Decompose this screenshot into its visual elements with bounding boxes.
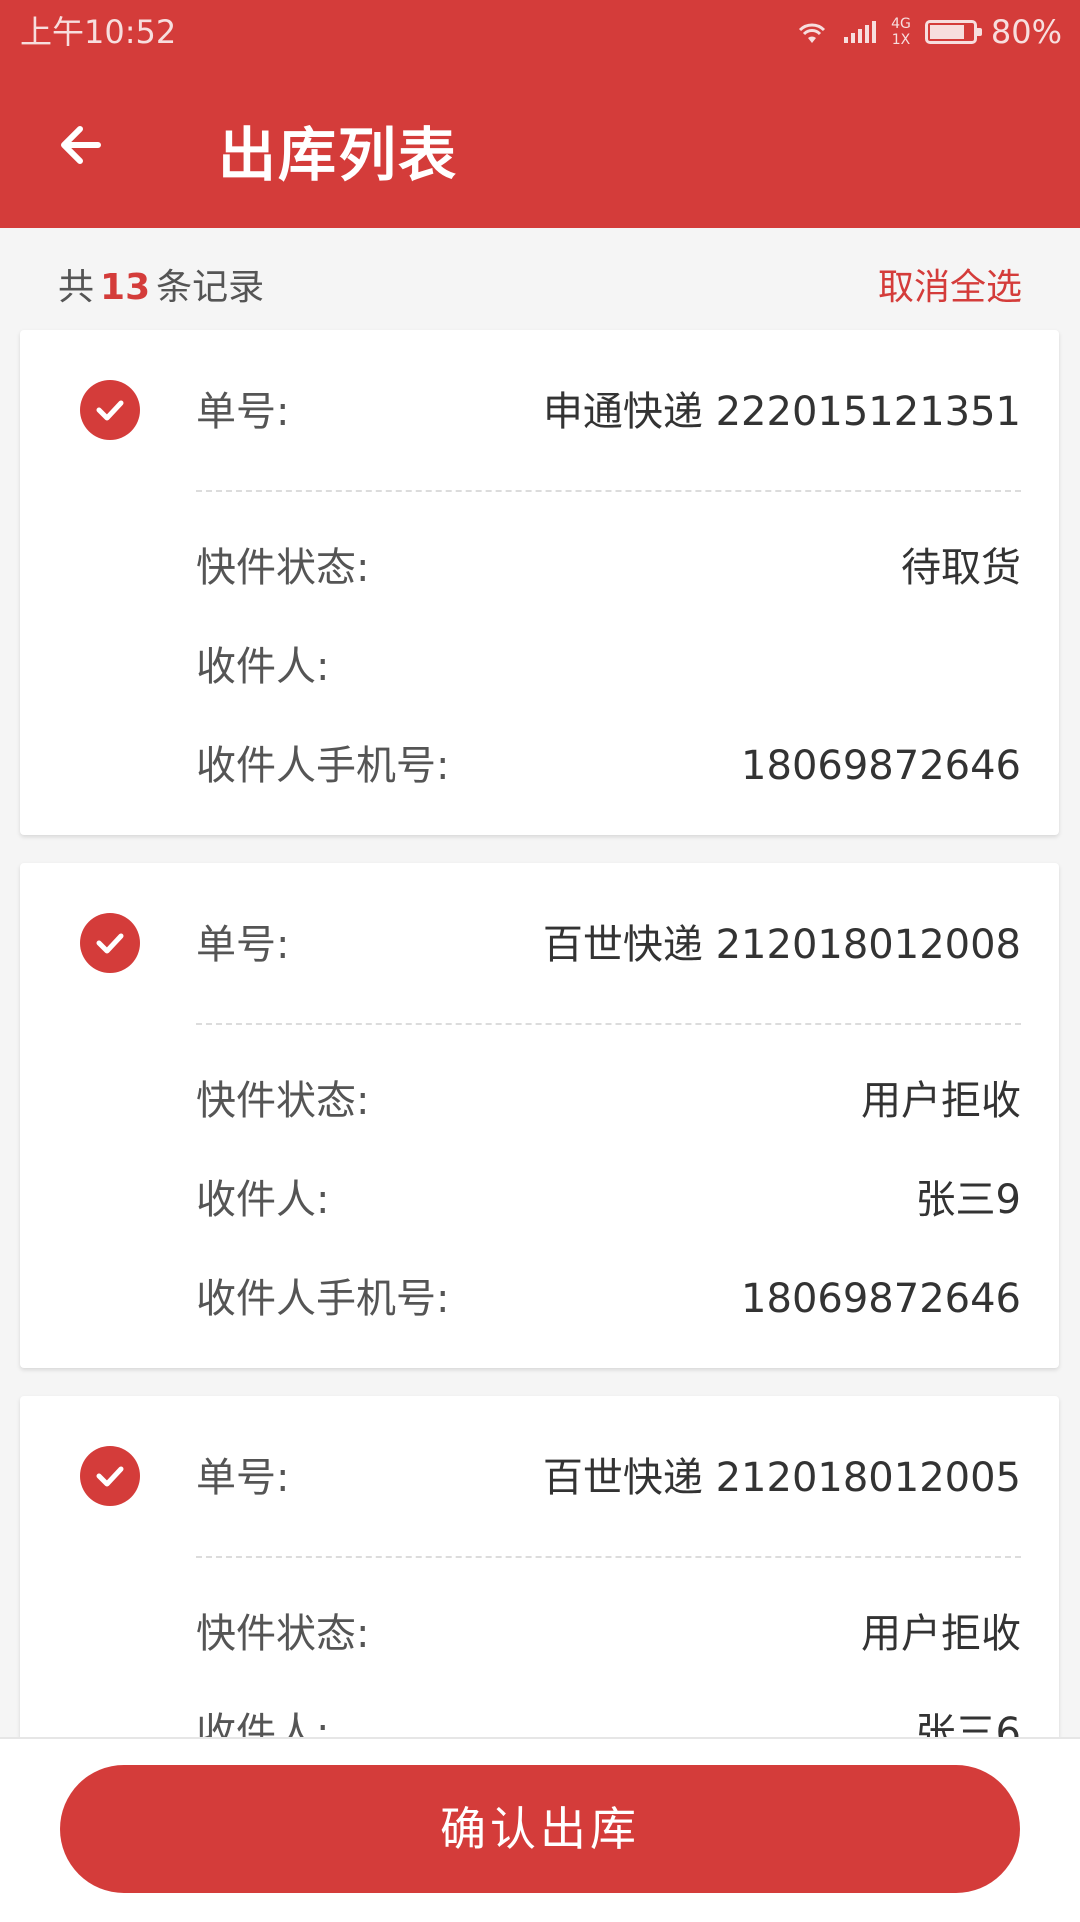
order-number: 申通快递 222015121351 (542, 389, 1021, 435)
recipient-row: 收件人: 张三9 (196, 1170, 1021, 1230)
network-type: 4G 1X (891, 16, 911, 48)
phone-row: 收件人手机号: 18069872646 (196, 1269, 1021, 1329)
parcel-status: 用户拒收 (861, 1611, 1021, 1657)
recipient-name: 张三9 (915, 1177, 1021, 1223)
page-title: 出库列表 (218, 121, 459, 189)
checkbox-checked-icon[interactable] (80, 1446, 140, 1506)
recipient-phone: 18069872646 (741, 743, 1021, 789)
signal-icon (844, 21, 877, 43)
battery-icon (924, 20, 982, 44)
phone-row: 收件人手机号: 18069872646 (196, 736, 1021, 796)
back-button[interactable] (50, 110, 120, 180)
order-number: 百世快递 212018012008 (542, 922, 1021, 968)
dashed-divider (196, 1556, 1021, 1558)
order-number: 百世快递 212018012005 (542, 1455, 1021, 1501)
record-card[interactable]: 单号: 申通快递 222015121351 快件状态: 待取货 收件人: 收件人… (20, 330, 1059, 835)
confirm-outbound-button[interactable]: 确认出库 (60, 1765, 1020, 1893)
battery-percent: 80% (990, 13, 1062, 51)
app-header: 上午10:52 4G 1X 80% 出库列表 (0, 0, 1080, 228)
status-bar: 上午10:52 4G 1X 80% (0, 0, 1080, 64)
order-number-row: 单号: 百世快递 212018012008 (196, 915, 1021, 975)
parcel-status: 待取货 (901, 545, 1021, 591)
battery-fill (929, 25, 964, 39)
status-row: 快件状态: 用户拒收 (196, 1604, 1021, 1664)
dashed-divider (196, 1023, 1021, 1025)
recipient-row: 收件人: (196, 644, 330, 690)
cancel-select-all-button[interactable]: 取消全选 (878, 258, 1022, 310)
record-count-number: 13 (100, 267, 151, 308)
order-number-row: 单号: 申通快递 222015121351 (196, 382, 1021, 442)
checkbox-checked-icon[interactable] (80, 380, 140, 440)
status-row: 快件状态: 用户拒收 (196, 1071, 1021, 1131)
recipient-phone: 18069872646 (741, 1276, 1021, 1322)
record-count: 共 13 条记录 (58, 267, 265, 308)
wifi-icon (799, 23, 826, 43)
status-icons: 4G 1X 80% (795, 0, 1062, 64)
dashed-divider (196, 490, 1021, 492)
arrow-left-icon (61, 126, 101, 164)
record-card[interactable]: 单号: 百世快递 212018012008 快件状态: 用户拒收 收件人: 张三… (20, 863, 1059, 1368)
parcel-status: 用户拒收 (861, 1078, 1021, 1124)
status-time: 上午10:52 (20, 13, 177, 51)
order-number-row: 单号: 百世快递 212018012005 (196, 1448, 1021, 1508)
checkbox-checked-icon[interactable] (80, 913, 140, 973)
status-row: 快件状态: 待取货 (196, 538, 1021, 598)
